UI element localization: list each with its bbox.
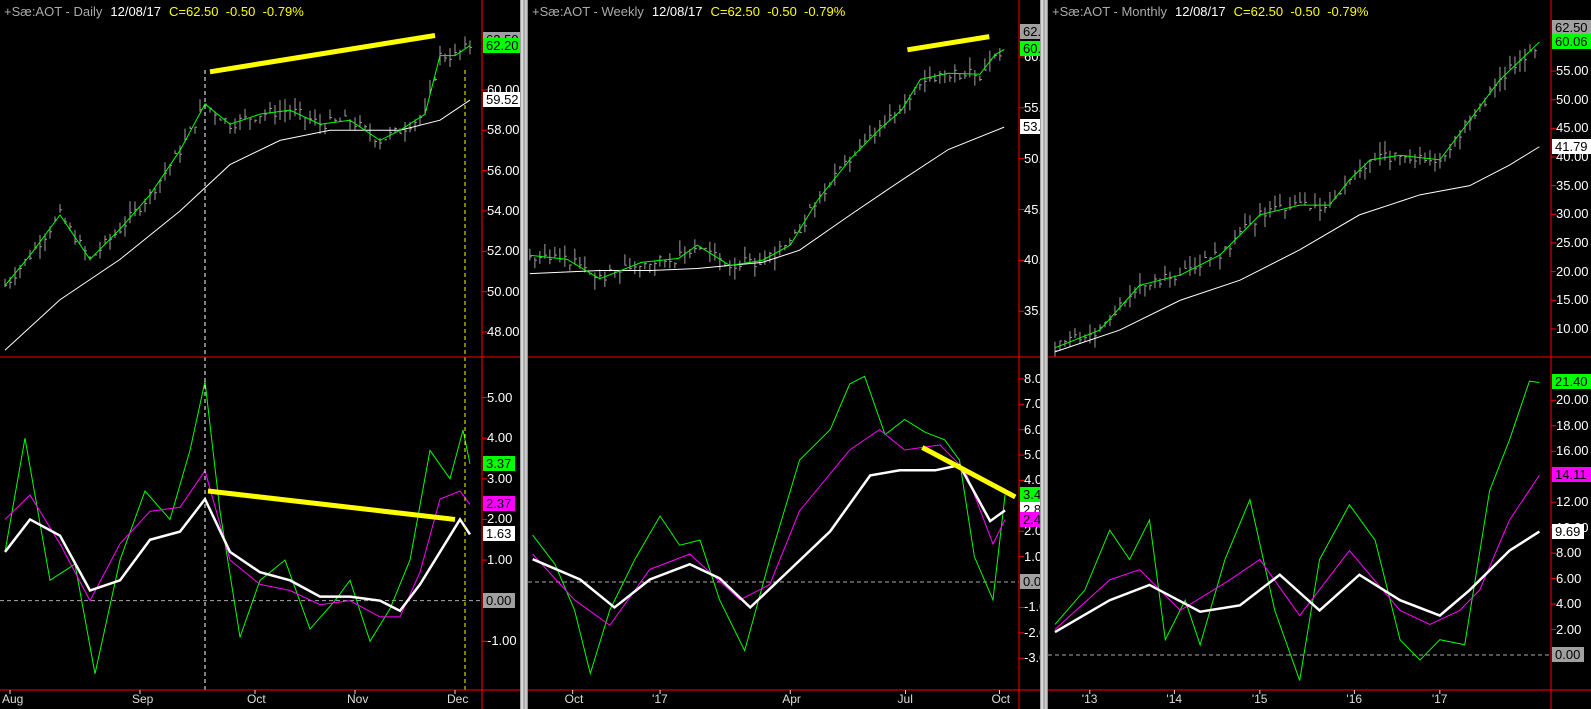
axis-tick-label: 2.00 <box>487 511 513 527</box>
trend-line <box>907 34 990 53</box>
axis-tick-label: 50.00 <box>1556 91 1589 107</box>
indicator-signal-line <box>1054 475 1540 630</box>
current-value-tag: 62.50 <box>1552 20 1591 36</box>
axis-tick-label: 3.00 <box>487 470 513 486</box>
axis-tick-label: 58.00 <box>487 122 520 138</box>
current-value-tag: 9.69 <box>1552 523 1585 539</box>
x-tick-label: Jul <box>897 692 913 706</box>
symbol-title: +Sæ:AOT - Monthly <box>1052 4 1167 19</box>
x-tick-label: Apr <box>782 692 801 706</box>
axis-tick-label: 45.00 <box>1556 120 1589 136</box>
current-value-tag: 14.11 <box>1552 467 1591 483</box>
price-fast-line <box>1054 41 1540 349</box>
price-slow-line <box>529 126 1005 275</box>
symbol-title: +Sæ:AOT - Weekly <box>532 4 644 19</box>
current-value-tag: 62.20 <box>483 37 523 53</box>
date-label: 12/08/17 <box>110 4 161 19</box>
indicator-fast-line <box>4 381 471 674</box>
current-value-tag: 0.00 <box>1552 646 1585 662</box>
indicator-signal-line <box>532 429 1006 626</box>
price-slow-line <box>4 99 471 351</box>
axis-tick-label: 54.00 <box>487 202 520 218</box>
current-value-tag: 21.40 <box>1552 374 1591 390</box>
axis-tick-label: 4.00 <box>1556 596 1582 612</box>
axis-tick-label: 15.00 <box>1556 292 1589 308</box>
chart-canvas <box>1048 0 1591 709</box>
x-tick-label: '17 <box>1431 692 1448 706</box>
trend-line <box>209 33 436 75</box>
axis-tick-label: 56.00 <box>487 162 520 178</box>
trend-line <box>207 488 456 522</box>
current-value-tag: 41.79 <box>1552 138 1591 154</box>
chart-header: +Sæ:AOT - Monthly 12/08/17 C=62.50 -0.50 -… <box>1052 4 1368 19</box>
x-tick-label: Oct <box>564 692 584 706</box>
panel-splitter[interactable] <box>1040 0 1048 709</box>
chart-header: +Sæ:AOT - Daily 12/08/17 C=62.50 -0.50 -0.… <box>4 4 304 19</box>
x-tick-label: Dec <box>447 692 469 706</box>
axis-tick-label: 2.00 <box>1556 621 1582 637</box>
axis-tick-label: 35.00 <box>1556 177 1589 193</box>
x-tick-label: '17 <box>652 692 668 706</box>
axis-tick-label: 10.00 <box>1556 320 1589 336</box>
x-tick-label: '13 <box>1081 692 1098 706</box>
x-tick-label: Oct <box>247 692 266 706</box>
axis-tick-label: 1.00 <box>487 552 513 568</box>
symbol-title: +Sæ:AOT - Daily <box>4 4 103 19</box>
axis-tick-label: 20.00 <box>1556 392 1589 408</box>
axis-tick-label: 4.00 <box>487 430 513 446</box>
current-value-tag: 1.63 <box>483 526 516 542</box>
date-label: 12/08/17 <box>651 4 703 19</box>
chart-header: +Sæ:AOT - Weekly 12/08/17 C=62.50 -0.50 -0… <box>532 4 845 19</box>
axis-tick-label: 6.00 <box>1556 570 1582 586</box>
indicator-slow-line <box>1054 530 1541 634</box>
panel-splitter[interactable] <box>520 0 528 709</box>
x-tick-label: Nov <box>347 692 369 706</box>
axis-tick-label: 48.00 <box>487 323 520 339</box>
axis-tick-label: 5.00 <box>487 389 513 405</box>
axis-tick-label: 18.00 <box>1556 417 1589 433</box>
x-tick-label: Aug <box>2 692 24 706</box>
axis-tick-label: 50.00 <box>487 283 520 299</box>
current-value-tag: 60.06 <box>1552 34 1591 50</box>
trend-line <box>921 445 1017 500</box>
axis-tick-label: 8.00 <box>1556 545 1582 561</box>
axis-tick-label: 20.00 <box>1556 263 1589 279</box>
indicator-slow-line <box>4 496 472 613</box>
weekly-panel[interactable]: +Sæ:AOT - Weekly 12/08/17 C=62.50 -0.50 -0… <box>528 0 1060 709</box>
current-value-tag: 0.00 <box>483 592 516 608</box>
indicator-slow-line <box>532 463 1006 610</box>
x-tick-label: Sep <box>132 692 154 706</box>
axis-tick-label: 12.00 <box>1556 494 1589 510</box>
x-tick-label: '15 <box>1251 692 1268 706</box>
quote-label: C=62.50 -0.50 -0.79% <box>1233 4 1369 19</box>
monthly-panel[interactable]: +Sæ:AOT - Monthly 12/08/17 C=62.50 -0.50 -… <box>1048 0 1591 709</box>
daily-panel[interactable]: +Sæ:AOT - Daily 12/08/17 C=62.50 -0.50 -0.… <box>0 0 523 709</box>
date-label: 12/08/17 <box>1175 4 1226 19</box>
chart-canvas <box>0 0 520 709</box>
axis-tick-label: 25.00 <box>1556 234 1589 250</box>
price-fast-line <box>4 45 471 286</box>
axis-tick-label: 55.00 <box>1556 63 1589 79</box>
axis-tick-label: 16.00 <box>1556 443 1589 459</box>
current-value-tag: 3.37 <box>483 455 516 471</box>
chart-canvas <box>528 0 1040 709</box>
x-tick-label: '14 <box>1166 692 1183 706</box>
quote-label: C=62.50 -0.50 -0.79% <box>168 4 304 19</box>
price-slow-line <box>1054 146 1540 353</box>
axis-tick-label: 52.00 <box>487 243 520 259</box>
current-value-tag: 2.37 <box>483 496 516 512</box>
price-fast-line <box>529 49 1005 280</box>
x-tick-label: Oct <box>991 692 1011 706</box>
x-tick-label: '16 <box>1346 692 1363 706</box>
axis-tick-label: 30.00 <box>1556 206 1589 222</box>
indicator-fast-line <box>1054 380 1540 681</box>
axis-tick-label: -1.00 <box>487 633 517 649</box>
current-value-tag: 59.52 <box>483 91 523 107</box>
quote-label: C=62.50 -0.50 -0.79% <box>710 4 846 19</box>
indicator-fast-line <box>532 375 1006 676</box>
